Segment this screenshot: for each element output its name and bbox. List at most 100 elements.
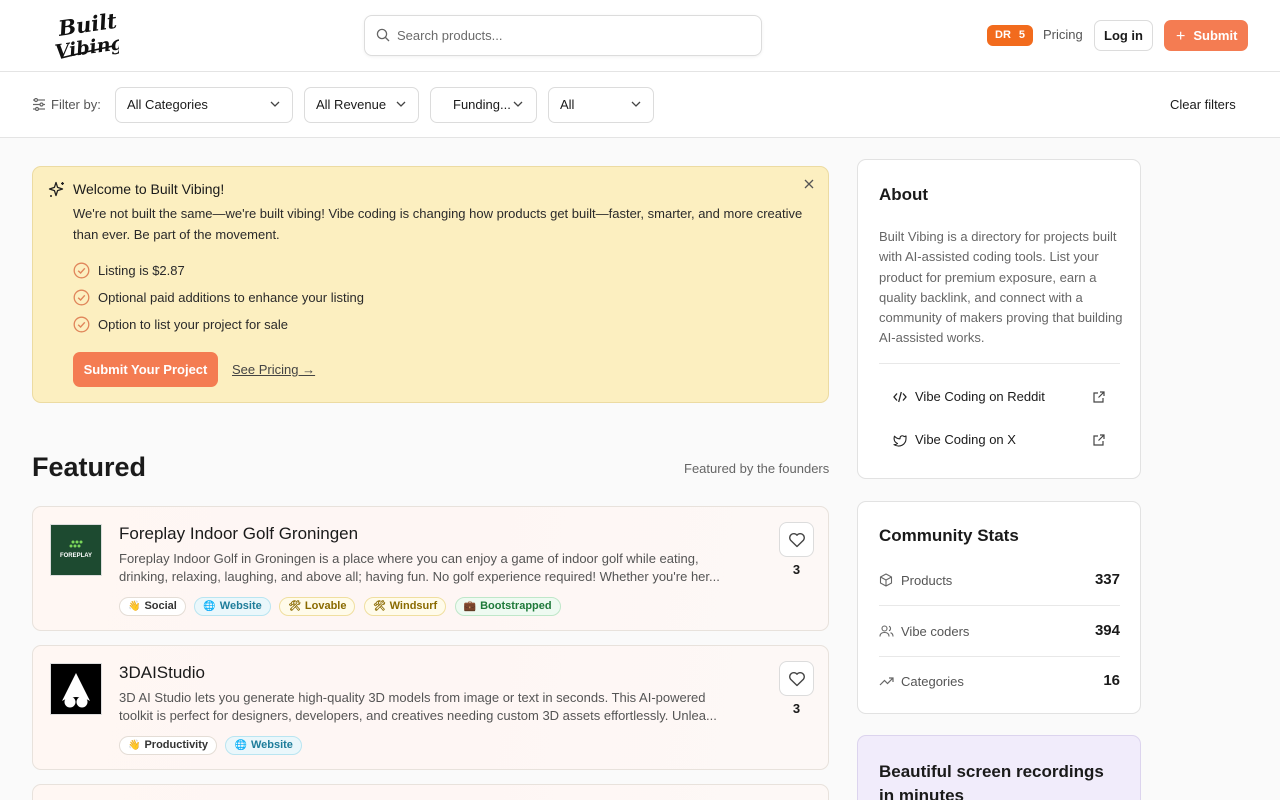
tag-bootstrapped[interactable]: 💼 Bootstrapped bbox=[454, 597, 561, 616]
tag-label: Social bbox=[144, 600, 177, 612]
product-card[interactable]: FOREPLAY Foreplay Indoor Golf Groningen … bbox=[32, 506, 829, 631]
about-panel: About Built Vibing is a directory for pr… bbox=[857, 159, 1141, 479]
chevron-down-icon bbox=[396, 101, 406, 107]
tag-social[interactable]: 👋 Social bbox=[119, 597, 186, 616]
check-item: Optional paid additions to enhance your … bbox=[73, 289, 364, 306]
external-link-icon bbox=[1093, 391, 1105, 403]
link-label: Vibe Coding on Reddit bbox=[915, 389, 1045, 404]
featured-subtitle: Featured by the founders bbox=[684, 461, 830, 476]
promo-card[interactable]: Beautiful screen recordings in minutes bbox=[857, 735, 1141, 800]
stat-label: Categories bbox=[901, 674, 964, 689]
tag-list: 👋 Productivity 🌐 Website bbox=[119, 735, 306, 755]
tag-lovable[interactable]: 🛠 Lovable bbox=[279, 597, 356, 616]
tools-icon: 🛠 bbox=[288, 601, 301, 612]
stat-label: Vibe coders bbox=[901, 624, 970, 639]
pricing-link[interactable]: Pricing bbox=[1043, 27, 1083, 42]
about-text: Built Vibing is a directory for projects… bbox=[879, 229, 1123, 346]
tag-list: 👋 Social 🌐 Website 🛠 Lovable 🛠 Windsurf 💼 Boo… bbox=[119, 596, 565, 616]
product-description: Foreplay Indoor Golf in Groningen is a p… bbox=[119, 551, 720, 584]
tag-label: Website bbox=[219, 600, 262, 612]
twitter-icon bbox=[893, 435, 907, 447]
tag-label: Lovable bbox=[304, 600, 347, 612]
login-button[interactable]: Log in bbox=[1094, 20, 1153, 51]
tag-label: Bootstrapped bbox=[480, 600, 552, 612]
check-circle-icon bbox=[73, 316, 90, 333]
welcome-banner: Welcome to Built Vibing! We're not built… bbox=[32, 166, 829, 403]
check-text: Listing is $2.87 bbox=[98, 263, 185, 278]
close-icon[interactable] bbox=[802, 177, 816, 191]
chevron-down-icon bbox=[631, 101, 641, 107]
product-title[interactable]: Foreplay Indoor Golf Groningen bbox=[119, 524, 358, 544]
globe-icon: 🌐 bbox=[234, 740, 247, 751]
stat-value: 16 bbox=[1103, 672, 1120, 689]
tag-website[interactable]: 🌐 Website bbox=[225, 736, 302, 755]
submit-button[interactable]: + Submit bbox=[1164, 20, 1248, 51]
search-box[interactable] bbox=[364, 15, 762, 56]
revenue-select[interactable]: All Revenue bbox=[304, 87, 419, 123]
product-description: 3D AI Studio lets you generate high-qual… bbox=[119, 690, 717, 723]
funding-value: Funding... bbox=[453, 97, 511, 112]
product-thumbnail: FOREPLAY bbox=[50, 524, 102, 576]
product-card[interactable]: 3DAIStudio 3D AI Studio lets you generat… bbox=[32, 645, 829, 770]
funding-select[interactable]: Funding... bbox=[430, 87, 537, 123]
link-label: Vibe Coding on X bbox=[915, 432, 1016, 447]
top-header: Built Vibing DR 5 Pricing Log in + Submit bbox=[0, 0, 1280, 72]
product-title[interactable]: 3DAIStudio bbox=[119, 663, 205, 683]
stat-categories: Categories 16 bbox=[879, 672, 1120, 724]
reddit-link[interactable]: Vibe Coding on Reddit bbox=[879, 388, 1120, 408]
clear-filters-button[interactable]: Clear filters bbox=[1170, 97, 1236, 112]
chevron-down-icon bbox=[270, 101, 280, 107]
stat-label: Products bbox=[901, 573, 953, 588]
category-select[interactable]: All Categories bbox=[115, 87, 293, 123]
welcome-body: We're not built the same—we're built vib… bbox=[73, 206, 803, 242]
tag-windsurf[interactable]: 🛠 Windsurf bbox=[363, 597, 447, 616]
check-circle-icon bbox=[73, 289, 90, 306]
domain-rating-badge[interactable]: DR 5 bbox=[987, 25, 1034, 46]
about-title: About bbox=[879, 185, 929, 204]
like-button[interactable] bbox=[779, 522, 814, 557]
divider bbox=[879, 656, 1120, 657]
submit-project-button[interactable]: Submit Your Project bbox=[73, 352, 218, 387]
community-stats-panel: Community Stats Products 337 Vibe coders… bbox=[857, 501, 1141, 714]
tag-productivity[interactable]: 👋 Productivity bbox=[119, 736, 218, 755]
users-icon bbox=[879, 625, 894, 637]
stat-value: 394 bbox=[1094, 622, 1120, 639]
submit-label: Submit bbox=[1193, 27, 1238, 43]
filter-label-text: Filter by: bbox=[51, 97, 101, 112]
filter-bar: Filter by: All Categories All Revenue Fu… bbox=[0, 72, 1280, 138]
stats-title: Community Stats bbox=[879, 526, 1019, 545]
promo-text: Beautiful screen recordings in minutes bbox=[879, 762, 1104, 800]
check-circle-icon bbox=[73, 262, 90, 279]
like-button[interactable] bbox=[779, 661, 814, 696]
divider bbox=[879, 363, 1120, 364]
heart-icon bbox=[789, 671, 805, 687]
stat-value: 337 bbox=[1094, 571, 1120, 588]
like-count: 3 bbox=[792, 701, 801, 716]
dr-label: DR bbox=[995, 29, 1011, 41]
chevron-down-icon bbox=[513, 101, 523, 107]
globe-icon: 🌐 bbox=[203, 601, 216, 612]
category-value: All Categories bbox=[127, 97, 208, 112]
hand-icon: 👋 bbox=[128, 740, 141, 751]
box-icon bbox=[879, 573, 893, 587]
sliders-icon bbox=[33, 97, 45, 112]
tag-website[interactable]: 🌐 Website bbox=[194, 597, 271, 616]
filter-label: Filter by: bbox=[32, 97, 101, 112]
divider bbox=[879, 605, 1120, 606]
dr-value: 5 bbox=[1018, 29, 1026, 41]
product-card[interactable] bbox=[32, 784, 829, 800]
tag-label: Productivity bbox=[144, 739, 209, 751]
welcome-title: Welcome to Built Vibing! bbox=[73, 181, 225, 197]
briefcase-icon: 💼 bbox=[463, 601, 477, 612]
see-pricing-link[interactable]: See Pricing → bbox=[232, 362, 315, 377]
site-logo[interactable]: Built Vibing bbox=[54, 8, 126, 64]
plus-icon: + bbox=[1176, 27, 1186, 45]
heart-icon bbox=[789, 532, 805, 548]
search-icon bbox=[376, 28, 390, 42]
search-input[interactable] bbox=[397, 16, 747, 55]
revenue-value: All Revenue bbox=[316, 97, 387, 112]
check-text: Optional paid additions to enhance your … bbox=[98, 290, 364, 305]
check-text: Option to list your project for sale bbox=[98, 317, 289, 332]
x-link[interactable]: Vibe Coding on X bbox=[879, 431, 1120, 451]
status-select[interactable]: All bbox=[548, 87, 654, 123]
